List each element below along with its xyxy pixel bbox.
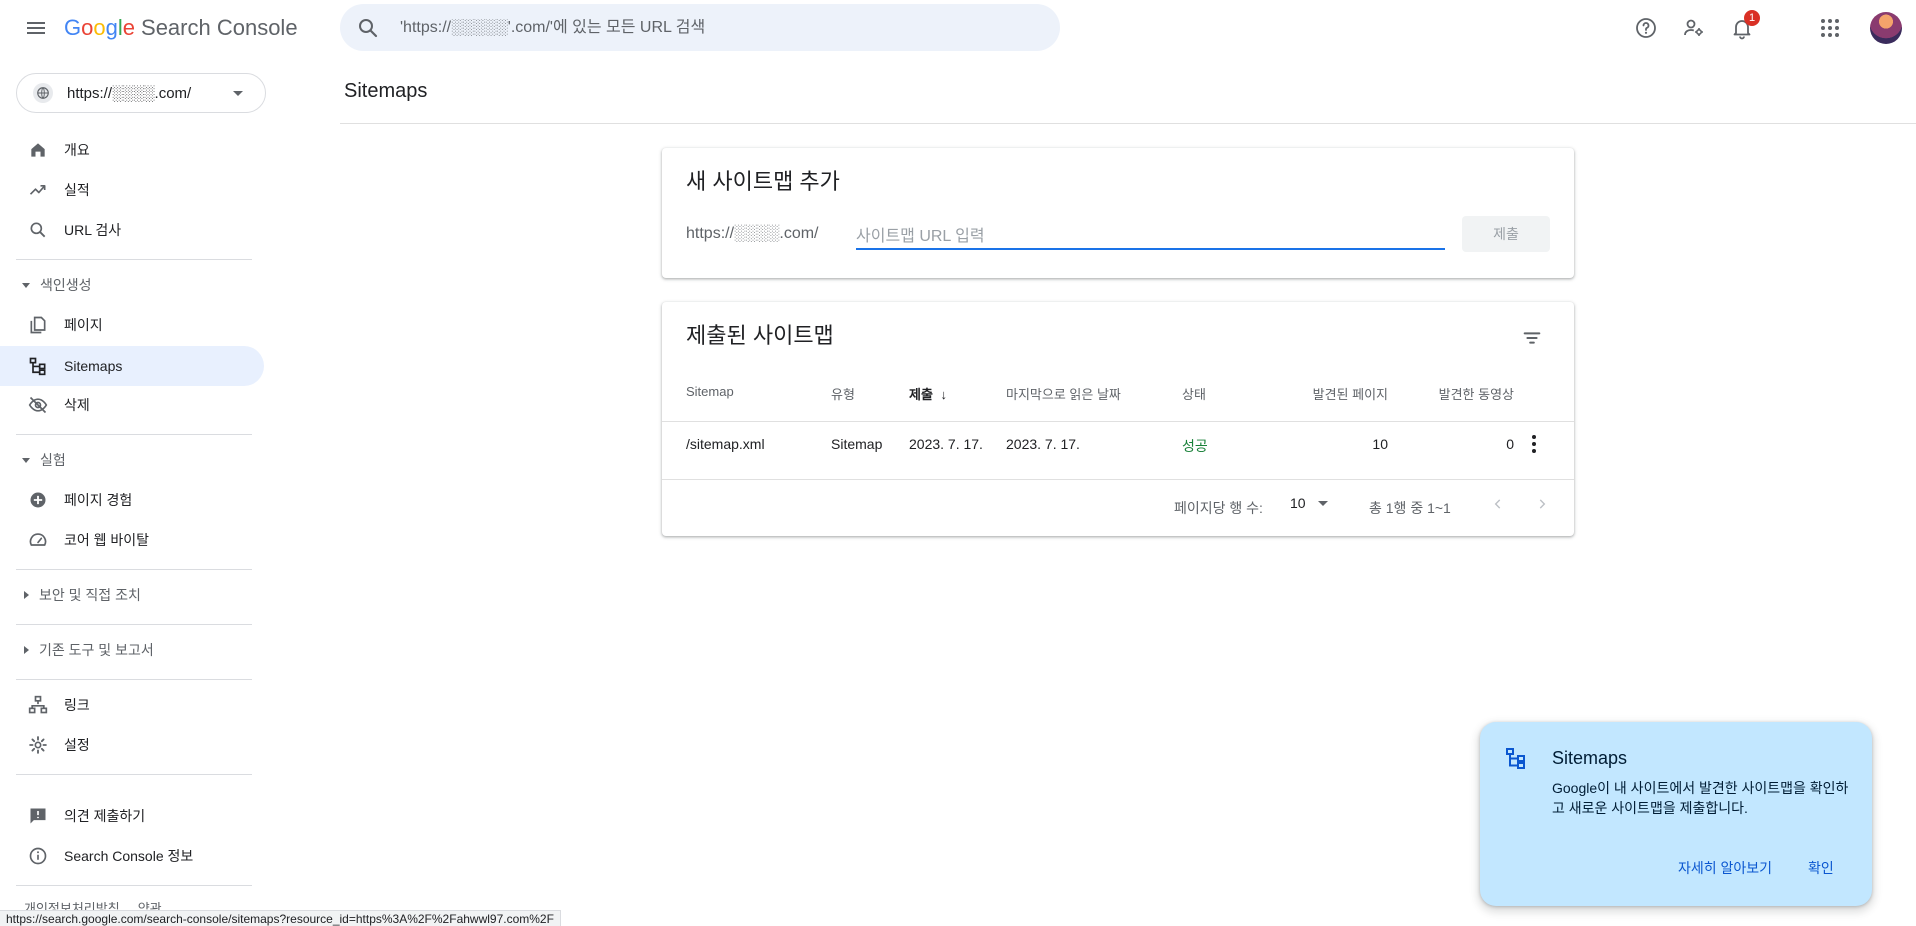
header-divider xyxy=(340,123,1916,124)
column-header-submitted[interactable]: 제출 ↓ xyxy=(909,384,947,403)
sitemap-url-prefix: https://░░░░.com/ xyxy=(686,225,819,242)
pagination-range: 총 1행 중 1~1 xyxy=(1369,500,1451,516)
notification-badge: 1 xyxy=(1744,10,1760,26)
sidebar-section-indexing[interactable]: 색인생성 xyxy=(0,270,264,300)
feedback-icon xyxy=(28,806,48,826)
sitemap-url-input[interactable] xyxy=(856,220,1445,250)
sitemap-icon xyxy=(28,356,48,376)
eye-off-icon xyxy=(28,395,48,415)
sidebar-item-overview[interactable]: 개요 xyxy=(0,130,264,170)
sidebar-item-url-inspection[interactable]: URL 검사 xyxy=(0,210,264,250)
search-console-logo[interactable]: Google Search Console xyxy=(64,14,298,42)
property-selector[interactable]: https://░░░░.com/ xyxy=(16,73,266,113)
chevron-down-icon xyxy=(233,91,243,96)
column-header-status[interactable]: 상태 xyxy=(1182,384,1206,403)
url-inspection-search[interactable] xyxy=(340,4,1060,51)
tip-body: Google이 내 사이트에서 발견한 사이트맵을 확인하고 새로운 사이트맵을… xyxy=(1552,780,1849,816)
page-title: Sitemaps xyxy=(344,80,428,102)
row-sitemap: /sitemap.xml xyxy=(686,436,765,452)
sidebar-item-feedback[interactable]: 의견 제출하기 xyxy=(0,796,264,836)
search-icon xyxy=(356,16,380,40)
search-icon xyxy=(28,220,48,240)
sidebar-item-performance[interactable]: 실적 xyxy=(0,170,264,210)
sitemaps-help-tip: Sitemaps Google이 내 사이트에서 발견한 사이트맵을 확인하고 … xyxy=(1480,722,1872,906)
submit-button[interactable]: 제출 xyxy=(1462,216,1550,252)
sidebar-divider xyxy=(16,624,252,625)
sitemap-icon xyxy=(1504,746,1528,770)
status-bar-url: https://search.google.com/search-console… xyxy=(0,910,561,926)
sidebar-item-links[interactable]: 링크 xyxy=(0,685,264,725)
confirm-button[interactable]: 확인 xyxy=(1808,858,1834,878)
status-badge: 성공 xyxy=(1182,438,1208,454)
sidebar-item-pages[interactable]: 페이지 xyxy=(0,305,264,345)
apps-grid-icon[interactable] xyxy=(1810,8,1850,48)
more-vert-icon[interactable] xyxy=(1522,428,1546,460)
sidebar-item-settings[interactable]: 설정 xyxy=(0,725,264,765)
caret-right-icon xyxy=(24,646,29,654)
column-header-discovered-pages[interactable]: 발견된 페이지 xyxy=(1288,384,1388,403)
home-icon xyxy=(28,140,48,160)
rows-per-page-select[interactable]: 10 xyxy=(1290,495,1328,511)
links-hierarchy-icon xyxy=(28,695,48,715)
sidebar-item-sitemaps[interactable]: Sitemaps xyxy=(0,346,264,386)
help-icon[interactable] xyxy=(1626,8,1666,48)
sidebar-divider xyxy=(16,679,252,680)
sidebar-divider xyxy=(16,569,252,570)
submitted-sitemaps-title: 제출된 사이트맵 xyxy=(686,323,834,348)
submitted-sitemaps-card: 제출된 사이트맵 Sitemap 유형 제출 ↓ 마지막으로 읽은 날짜 상태 … xyxy=(662,302,1574,536)
filter-icon[interactable] xyxy=(1512,318,1552,358)
trending-up-icon xyxy=(28,180,48,200)
column-header-discovered-videos[interactable]: 발견한 동영상 xyxy=(1420,384,1514,403)
gear-icon xyxy=(28,735,48,755)
sidebar-divider xyxy=(16,434,252,435)
caret-right-icon xyxy=(24,591,29,599)
learn-more-button[interactable]: 자세히 알아보기 xyxy=(1678,858,1772,878)
row-discovered-videos: 0 xyxy=(1506,436,1514,452)
previous-page-chevron-icon[interactable] xyxy=(1484,490,1512,518)
column-header-sitemap[interactable]: Sitemap xyxy=(686,384,734,399)
sort-arrow-down-icon: ↓ xyxy=(940,387,948,402)
speed-gauge-icon xyxy=(28,530,48,550)
top-bar: GoogleSearch Console 1 xyxy=(0,0,1916,56)
column-header-last-read[interactable]: 마지막으로 읽은 날짜 xyxy=(1006,384,1121,403)
row-submitted: 2023. 7. 17. xyxy=(909,436,983,452)
row-last-read: 2023. 7. 17. xyxy=(1006,436,1080,452)
pages-icon xyxy=(28,315,48,335)
sidebar-item-page-experience[interactable]: 페이지 경험 xyxy=(0,480,264,520)
search-input[interactable] xyxy=(400,18,1020,37)
add-circle-icon xyxy=(28,490,48,510)
column-header-type[interactable]: 유형 xyxy=(831,384,855,403)
sidebar-item-about[interactable]: Search Console 정보 xyxy=(0,836,264,876)
tip-title: Sitemaps xyxy=(1552,748,1628,768)
property-url: https://░░░░.com/ xyxy=(67,84,192,102)
notifications-bell-icon[interactable]: 1 xyxy=(1722,8,1762,48)
sidebar-divider xyxy=(16,885,252,886)
chevron-down-icon xyxy=(1317,500,1328,506)
next-page-chevron-icon[interactable] xyxy=(1528,490,1556,518)
table-rule xyxy=(662,479,1574,480)
sidebar-section-legacy[interactable]: 기존 도구 및 보고서 xyxy=(0,635,264,665)
table-rule xyxy=(662,421,1574,422)
rows-per-page-label: 페이지당 행 수: xyxy=(1174,500,1263,516)
account-settings-icon[interactable] xyxy=(1674,8,1714,48)
hamburger-menu-icon[interactable] xyxy=(24,16,48,40)
product-name: Search Console xyxy=(141,15,298,40)
sidebar-section-experience[interactable]: 실험 xyxy=(0,445,264,475)
sidebar-divider xyxy=(16,774,252,775)
globe-icon xyxy=(33,83,53,103)
sidebar-item-removals[interactable]: 삭제 xyxy=(0,385,264,425)
caret-down-icon xyxy=(22,457,30,463)
sidebar-divider xyxy=(16,259,252,260)
avatar[interactable] xyxy=(1870,12,1902,44)
sidebar-item-core-web-vitals[interactable]: 코어 웹 바이탈 xyxy=(0,520,264,560)
caret-down-icon xyxy=(22,282,30,288)
sidebar-section-security[interactable]: 보안 및 직접 조치 xyxy=(0,580,264,610)
info-icon xyxy=(28,846,48,866)
row-discovered-pages: 10 xyxy=(1372,436,1388,452)
row-type: Sitemap xyxy=(831,436,883,452)
add-sitemap-title: 새 사이트맵 추가 xyxy=(686,169,840,194)
add-sitemap-card: 새 사이트맵 추가 https://░░░░.com/ 제출 xyxy=(662,148,1574,278)
